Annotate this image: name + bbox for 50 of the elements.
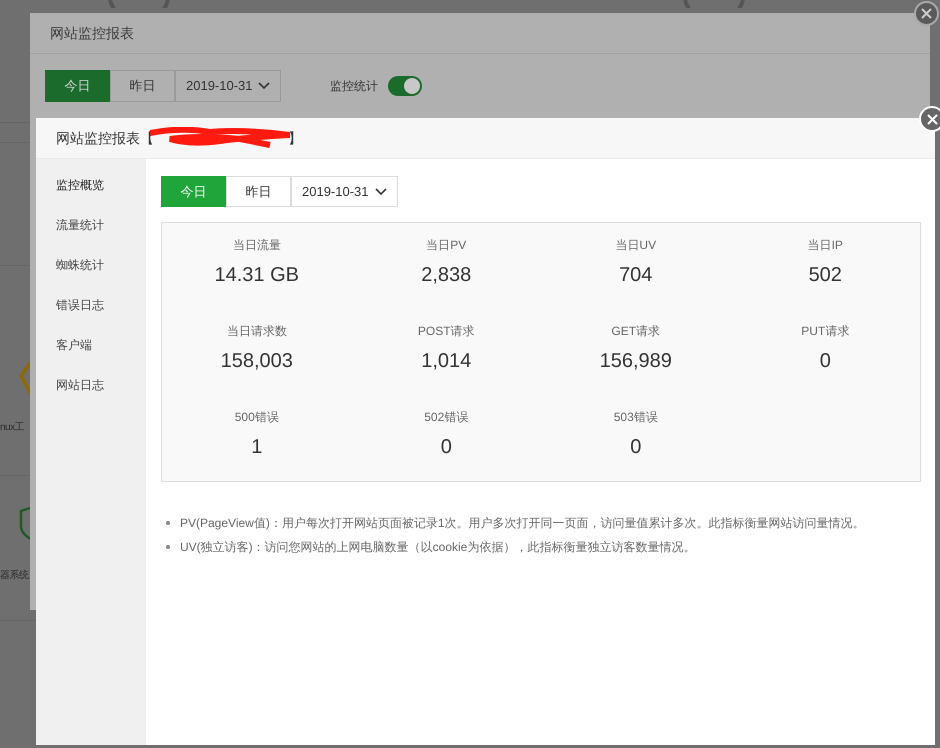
sidebar-item[interactable]: 蜘蛛统计 [36, 245, 146, 285]
bullet-icon [166, 545, 170, 549]
toggle-switch[interactable] [388, 76, 422, 96]
note-text: PV(PageView值)：用户每次打开网站页面被记录1次。用户多次打开同一页面，访问量值累计多次。此指标衡量网站访问量情况。 [180, 515, 864, 532]
stat-label: 502错误 [424, 409, 468, 426]
toggle-label: 监控统计 [330, 78, 378, 95]
stat-value: 704 [619, 263, 652, 288]
stat-value: 2,838 [421, 263, 472, 288]
stat-label: 503错误 [614, 409, 658, 426]
day-tab[interactable]: 今日 [45, 70, 110, 102]
stat-value: 0 [630, 435, 642, 460]
stat-value: 14.31 GB [214, 263, 299, 288]
stat-value: 1,014 [421, 349, 472, 374]
bullet-icon [166, 521, 170, 525]
close-icon [926, 114, 938, 124]
day-tab[interactable]: 昨日 [110, 70, 175, 102]
close-icon [921, 8, 932, 19]
stat-value: 0 [820, 349, 831, 374]
stat-label: PUT请求 [801, 323, 850, 340]
wrench-icon [17, 360, 33, 396]
sidebar-item[interactable]: 客户端 [36, 325, 146, 365]
sidebar-item[interactable]: 监控概览 [36, 165, 146, 205]
stat-value: 1 [251, 435, 262, 460]
stat-label: POST请求 [418, 323, 475, 340]
chevron-down-icon [258, 82, 270, 90]
stat-label: 500错误 [234, 409, 279, 426]
note-text: UV(独立访客)：访问您网站的上网电脑数量（以cookie为依据），此指标衡量独立访客数量情况。 [180, 539, 696, 556]
stat-label: 当日IP [808, 237, 843, 254]
date-dropdown[interactable]: 2019-10-31 [291, 176, 398, 207]
stat-label: 当日UV [615, 237, 656, 254]
stat-label: GET请求 [611, 323, 660, 340]
stat-value: 0 [440, 435, 452, 460]
sidebar-item[interactable]: 网站日志 [36, 365, 146, 405]
stat-label: 当日流量 [232, 237, 281, 254]
ring-icon [108, 0, 170, 8]
stat-label: 当日PV [426, 237, 466, 254]
bracket-text: 】 [288, 128, 302, 148]
ring-icon [683, 0, 745, 8]
date-dropdown[interactable]: 2019-10-31 [175, 70, 281, 102]
dialog-title: 网站监控报表 [50, 24, 134, 42]
chevron-down-icon [375, 188, 387, 196]
stat-value: 158,003 [220, 349, 293, 374]
close-button[interactable] [914, 1, 939, 26]
stat-value: 156,989 [600, 349, 672, 374]
stat-label: 当日请求数 [226, 323, 287, 340]
stat-value: 502 [808, 263, 842, 288]
day-tab[interactable]: 昨日 [226, 176, 291, 207]
shield-icon [19, 505, 33, 541]
sidebar-item[interactable]: 流量统计 [36, 205, 146, 245]
sidebar-item[interactable]: 错误日志 [36, 285, 146, 325]
